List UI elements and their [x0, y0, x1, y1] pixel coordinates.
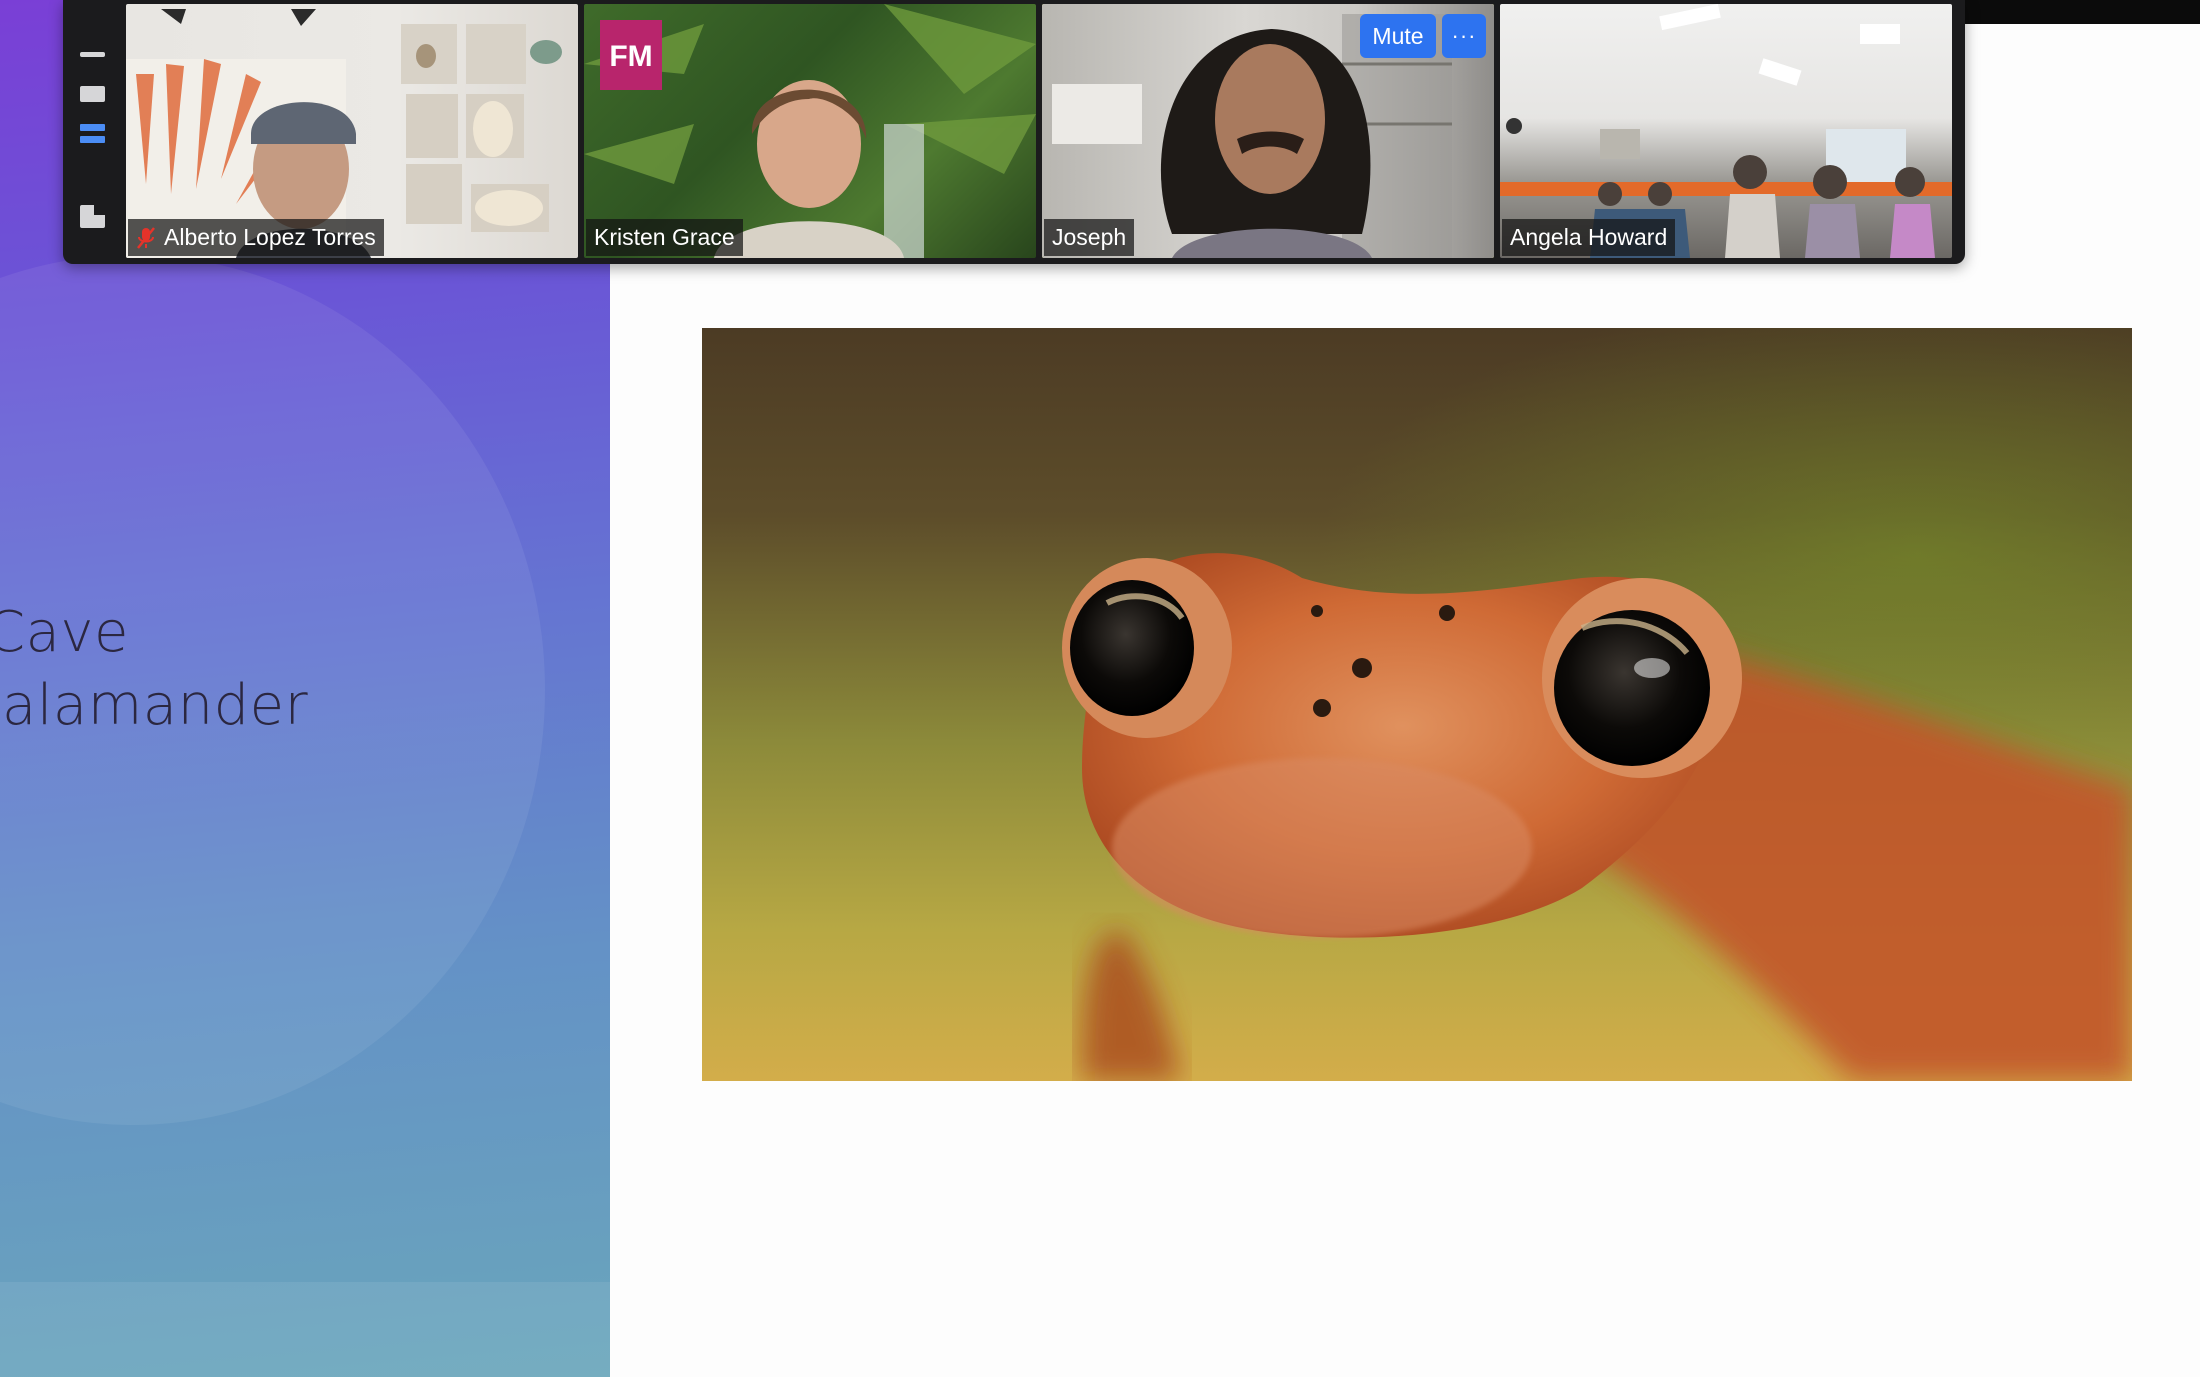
gallery-controls [63, 0, 122, 264]
share-screen-icon[interactable] [80, 205, 105, 228]
slide-title: Cave Salamander [0, 596, 586, 742]
participant-name-tag: Alberto Lopez Torres [128, 219, 384, 256]
slide-title-line-1: Cave [0, 600, 130, 665]
video-gallery-strip: Alberto Lopez Torres FM Kristen Grace Mu… [63, 0, 1965, 264]
participant-name-tag: Joseph [1044, 219, 1135, 256]
speaker-view-icon[interactable] [80, 86, 105, 102]
participant-tile-kristen[interactable]: FM Kristen Grace [584, 4, 1036, 258]
muted-microphone-icon [137, 226, 155, 249]
more-options-button[interactable]: ··· [1442, 14, 1486, 58]
participant-tile-alberto[interactable]: Alberto Lopez Torres [126, 4, 578, 258]
participant-name: Joseph [1052, 224, 1127, 250]
gallery-view-icon[interactable] [80, 124, 105, 145]
mute-participant-button[interactable]: Mute [1360, 14, 1436, 58]
participant-name: Kristen Grace [594, 224, 735, 250]
minimize-icon[interactable] [80, 52, 105, 57]
participant-name-tag: Kristen Grace [586, 219, 743, 256]
salamander-illustration [1062, 553, 2132, 1081]
slide-title-line-2: Salamander [0, 673, 309, 738]
salamander-photo [702, 328, 2132, 1081]
participant-tile-angela[interactable]: Angela Howard [1500, 4, 1952, 258]
participant-tile-joseph[interactable]: Mute ··· Joseph [1042, 4, 1494, 258]
decorative-band [0, 1282, 610, 1377]
participant-name-tag: Angela Howard [1502, 219, 1676, 256]
participant-name: Alberto Lopez Torres [164, 224, 376, 250]
svg-text:FM: FM [609, 40, 652, 73]
participant-name: Angela Howard [1510, 224, 1668, 250]
